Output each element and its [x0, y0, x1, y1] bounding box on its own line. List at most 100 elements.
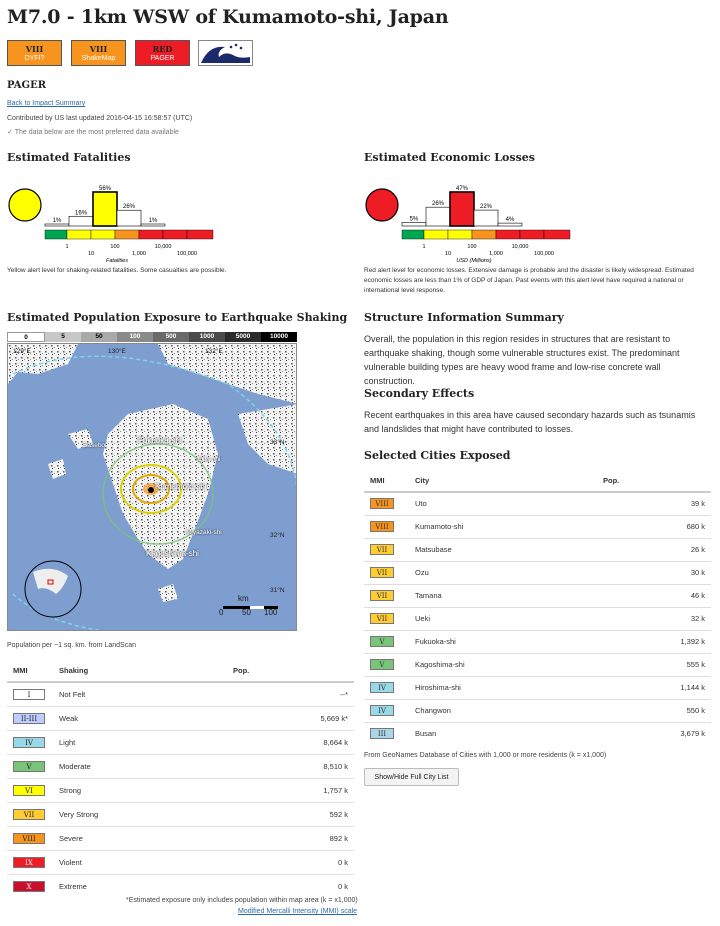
map-lon-label: 132°E — [205, 348, 223, 355]
contributed-text: Contributed by US last updated 2016-04-1… — [7, 115, 193, 122]
mmi-badge: III — [370, 728, 394, 740]
mmi-badge: I — [13, 689, 45, 700]
bar-percent-label: 5% — [410, 216, 419, 222]
mmi-badge: VII — [13, 809, 45, 820]
exposure-mmi-cell: VII — [7, 802, 57, 827]
histogram-bar — [449, 191, 475, 227]
page-title: M7.0 - 1km WSW of Kumamoto-shi, Japan — [7, 6, 449, 28]
city-row: V Fukuoka-shi 1,392 k — [364, 629, 711, 653]
map-lat-label: 33°N — [270, 439, 285, 446]
scale-tick-label: 10,000 — [512, 244, 529, 250]
map-city-label: Kagoshima-shi — [146, 549, 199, 558]
exposure-mmi-cell: II-III — [7, 706, 57, 731]
exposure-row: I Not Felt --* — [7, 681, 354, 707]
exposure-shaking-cell: Extreme — [57, 874, 229, 898]
cities-header-pop: Pop. — [599, 470, 711, 493]
city-pop-cell: 32 k — [599, 606, 711, 630]
mmi-badge: VII — [370, 613, 394, 624]
exposure-row: X Extreme 0 k — [7, 874, 354, 898]
city-name-cell: Ozu — [409, 560, 599, 584]
city-row: VII Tamana 46 k — [364, 583, 711, 607]
city-row: VII Ozu 30 k — [364, 560, 711, 584]
scale-tick-label: 100,000 — [534, 251, 554, 257]
map-lon-label: 130°E — [108, 348, 126, 355]
color-scale-segment — [186, 229, 214, 240]
city-mmi-cell: VII — [364, 606, 409, 630]
legend-bin: 0 — [7, 332, 45, 342]
color-scale-segment — [471, 229, 497, 240]
scale-tick-label: 10,000 — [155, 244, 172, 250]
bar-percent-label: 26% — [432, 201, 445, 207]
city-row: VII Ueki 32 k — [364, 606, 711, 630]
exposure-row: VI Strong 1,757 k — [7, 778, 354, 803]
city-name-cell: Fukuoka-shi — [409, 629, 599, 653]
scale-tick-label: 100,000 — [177, 251, 197, 257]
city-pop-cell: 26 k — [599, 537, 711, 561]
histogram-bar — [473, 209, 499, 227]
shakemap-badge-label: ShakeMap — [81, 55, 116, 62]
city-name-cell: Tamana — [409, 583, 599, 607]
color-scale-segment — [519, 229, 545, 240]
mmi-badge: IV — [370, 705, 394, 716]
map-scale-label: km — [238, 594, 249, 603]
mmi-scale-link[interactable]: Modified Mercalli Intensity (MMI) scale — [238, 908, 357, 915]
city-pop-cell: 550 k — [599, 698, 711, 722]
show-hide-city-list-button[interactable]: Show/Hide Full City List — [364, 768, 459, 786]
exposure-pop-cell: 892 k — [229, 826, 354, 851]
city-mmi-cell: VIII — [364, 491, 409, 515]
fatalities-heading: Estimated Fatalities — [7, 151, 131, 164]
pager-badge[interactable]: RED PAGER — [135, 40, 190, 66]
mmi-badge: VII — [370, 544, 394, 555]
histogram-bar — [497, 222, 523, 227]
mmi-badge: IX — [13, 857, 45, 868]
city-mmi-cell: IV — [364, 675, 409, 699]
exposure-pop-cell: 8,664 k — [229, 730, 354, 755]
city-mmi-cell: VIII — [364, 514, 409, 538]
map-scale-label: 50 — [242, 608, 251, 617]
cities-heading: Selected Cities Exposed — [364, 449, 511, 462]
legend-bin: 5 — [45, 332, 81, 342]
exposure-mmi-cell: I — [7, 681, 57, 707]
map-lon-label: 129°E — [13, 348, 31, 355]
scale-tick-label: 1 — [422, 244, 425, 250]
exposure-mmi-cell: X — [7, 874, 57, 898]
city-row: III Busan 3,679 k — [364, 721, 711, 745]
exposure-map[interactable]: 129°E 130°E 132°E 33°N 32°N 31°N Fukuoka… — [7, 343, 297, 631]
dyfi-badge[interactable]: VIII DYFI? — [7, 40, 62, 66]
color-scale-segment — [447, 229, 473, 240]
mmi-badge: VII — [370, 590, 394, 601]
alert-level-circle — [365, 188, 399, 222]
city-mmi-cell: V — [364, 629, 409, 653]
mmi-badge: V — [370, 659, 394, 670]
check-icon: ✓ — [7, 129, 13, 136]
legend-bin: 10000 — [261, 332, 297, 342]
exposure-mmi-cell: IX — [7, 850, 57, 875]
map-city-label: Fukuoka-shi — [138, 436, 182, 445]
tsunami-icon[interactable] — [198, 40, 253, 66]
city-mmi-cell: VII — [364, 560, 409, 584]
scale-tick-label: 1 — [65, 244, 68, 250]
exposure-mmi-cell: IV — [7, 730, 57, 755]
mmi-badge: VII — [370, 567, 394, 578]
scale-tick-label: 1,000 — [132, 251, 146, 257]
histogram-bar — [92, 191, 118, 227]
back-to-impact-summary-link[interactable]: Back to Impact Summary — [7, 100, 85, 107]
preferred-note: ✓ The data below are the most preferred … — [7, 128, 179, 136]
exposure-pop-cell: 1,757 k — [229, 778, 354, 803]
dyfi-badge-level: VIII — [25, 44, 44, 54]
shakemap-badge[interactable]: VIII ShakeMap — [71, 40, 126, 66]
scale-tick-label: 10 — [445, 251, 451, 257]
secondary-text: Recent earthquakes in this area have cau… — [364, 410, 696, 434]
losses-chart: 5% 26% 47% 22% 4% 1 10 100 1,000 10,000 100,000 USD… — [365, 186, 571, 264]
city-pop-cell: 1,144 k — [599, 675, 711, 699]
scale-tick-label: 100 — [467, 244, 476, 250]
exposure-shaking-cell: Moderate — [57, 754, 229, 779]
color-scale-segment — [495, 229, 521, 240]
shakemap-badge-level: VIII — [89, 44, 108, 54]
city-pop-cell: 46 k — [599, 583, 711, 607]
scale-tick-label: 1,000 — [489, 251, 503, 257]
bar-percent-label: 56% — [99, 186, 112, 192]
scale-tick-label: 10 — [88, 251, 94, 257]
exposure-header-pop: Pop. — [229, 660, 354, 683]
losses-caption: Red alert level for economic losses. Ext… — [364, 267, 694, 294]
